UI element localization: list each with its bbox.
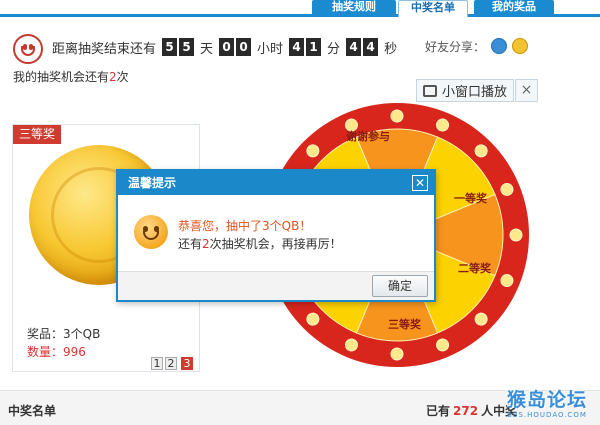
chances-count: 2 [109, 70, 117, 84]
page-button-2[interactable]: 2 [165, 357, 177, 370]
smile-emoji-icon [134, 215, 168, 249]
remaining-chances: 我的抽奖机会还有2次 [13, 68, 129, 85]
mini-window-button[interactable]: 小窗口播放 [416, 79, 514, 102]
smiley-icon [13, 34, 43, 64]
hours-unit: 小时 [257, 41, 284, 57]
wheel-bulb [474, 312, 488, 326]
wheel-bulb [306, 144, 320, 158]
wheel-bulb [390, 347, 404, 361]
winners-title: 中奖名单 [8, 404, 57, 418]
mini-window-label: 小窗口播放 [442, 85, 508, 100]
tab-my-prizes[interactable]: 我的奖品 [474, 0, 554, 17]
dialog-body: 恭喜您，抽中了3个QB！ 还有2次抽奖机会，再接再厉！ [118, 195, 434, 273]
countdown-digit: 5 [162, 38, 178, 56]
watermark: 猴岛论坛 [507, 389, 588, 411]
mini-window-close-button[interactable]: × [515, 79, 538, 102]
page-button-1[interactable]: 1 [151, 357, 163, 370]
wheel-bulb [500, 182, 514, 196]
wheel-bulb [306, 312, 320, 326]
dialog-message-prefix: 还有 [178, 237, 203, 251]
popout-icon [423, 84, 437, 97]
dialog-message-suffix: 次抽奖机会，再接再厉！ [209, 237, 342, 251]
countdown: 距离抽奖结束还有 5 5 天 0 0 小时 4 1 分 4 4 秒 [52, 37, 403, 57]
minutes-unit: 分 [327, 41, 341, 57]
page-button-3[interactable]: 3 [181, 357, 193, 370]
countdown-digit: 0 [236, 38, 252, 56]
countdown-digit: 4 [346, 38, 362, 56]
notice-dialog: 温馨提示 ✕ 恭喜您，抽中了3个QB！ 还有2次抽奖机会，再接再厉！ 确定 [116, 169, 436, 302]
prize-level-badge: 三等奖 [13, 125, 62, 144]
dialog-message-remaining: 还有2次抽奖机会，再接再厉！ [178, 235, 342, 252]
chances-prefix: 我的抽奖机会还有 [13, 70, 110, 84]
prize-name: 奖品：3个QB [27, 327, 101, 341]
wheel-bulb [474, 144, 488, 158]
seconds-unit: 秒 [384, 41, 398, 57]
countdown-prefix: 距离抽奖结束还有 [52, 41, 157, 57]
wheel-bulb [344, 338, 358, 352]
wheel-bulb [509, 228, 523, 242]
dialog-message-congrats: 恭喜您，抽中了3个QB！ [178, 219, 312, 233]
dialog-footer: 确定 [118, 271, 434, 300]
wheel-segment-label: 二等奖 [458, 261, 492, 275]
wheel-bulb [436, 118, 450, 132]
wheel-segment-label: 谢谢参与 [346, 129, 390, 143]
wheel-segment-label: 三等奖 [388, 317, 422, 331]
countdown-digit: 0 [219, 38, 235, 56]
wheel-bulb [436, 338, 450, 352]
wheel-segment-label: 一等奖 [454, 191, 488, 205]
winners-count-number: 272 [453, 404, 479, 418]
winners-count-prefix: 已有 [426, 404, 451, 418]
wheel-bulb [500, 274, 514, 288]
dialog-header: 温馨提示 ✕ [118, 171, 434, 195]
prize-quantity: 数量：996 [27, 345, 86, 359]
dialog-message-count: 2 [202, 237, 210, 251]
wheel-bulb [390, 109, 404, 123]
dialog-close-button[interactable]: ✕ [412, 175, 428, 191]
days-unit: 天 [200, 41, 214, 57]
countdown-digit: 1 [306, 38, 322, 56]
watermark-url: BBS.HOUDAO.COM [507, 411, 587, 419]
qzone-share-icon[interactable] [512, 38, 528, 54]
confirm-button[interactable]: 确定 [372, 275, 428, 297]
share-label: 好友分享： [425, 40, 486, 54]
chances-suffix: 次 [116, 70, 129, 84]
winners-count: 已有 272 人中奖 [426, 402, 517, 419]
countdown-digit: 4 [363, 38, 379, 56]
tab-winners[interactable]: 中奖名单 [398, 0, 468, 17]
countdown-digit: 4 [289, 38, 305, 56]
qq-share-icon[interactable] [491, 38, 507, 54]
countdown-digit: 5 [179, 38, 195, 56]
dialog-title: 温馨提示 [128, 176, 177, 190]
tab-rules[interactable]: 抽奖规则 [312, 0, 396, 17]
